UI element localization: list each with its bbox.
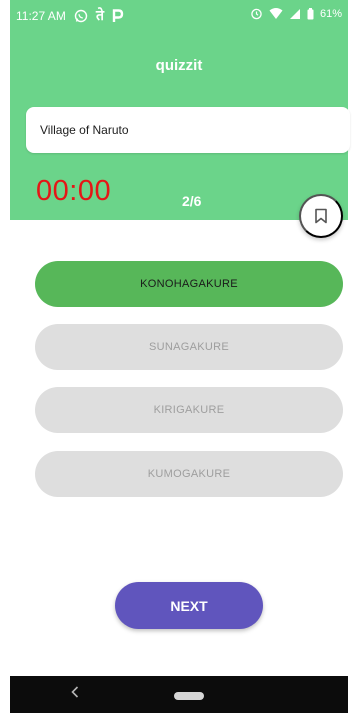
- status-time: 11:27 AM: [16, 9, 66, 23]
- back-icon[interactable]: [71, 685, 79, 703]
- battery-level: 61%: [319, 7, 342, 20]
- next-button[interactable]: NEXT: [115, 582, 263, 629]
- timer: 00:00: [36, 175, 112, 207]
- question-progress: 2/6: [182, 193, 202, 209]
- signal-icon: [289, 8, 301, 20]
- bookmark-button[interactable]: [299, 194, 343, 238]
- option-konohagakure[interactable]: KONOHAGAKURE: [35, 261, 343, 307]
- paytm-icon: [112, 8, 124, 23]
- wifi-icon: [269, 7, 283, 20]
- devanagari-app-icon: ते: [96, 7, 104, 23]
- question-card: Village of Naruto: [26, 107, 350, 153]
- quiz-header: 11:27 AM ते 61% quizzit Village of Narut…: [10, 0, 350, 220]
- status-bar: 11:27 AM ते 61%: [10, 0, 348, 30]
- alarm-icon: [250, 7, 263, 20]
- whatsapp-icon: [74, 9, 88, 23]
- app-title: quizzit: [155, 57, 203, 74]
- home-pill[interactable]: [174, 692, 204, 700]
- battery-icon: [307, 7, 314, 20]
- question-text: Village of Naruto: [40, 123, 129, 137]
- system-nav-bar: [10, 676, 348, 713]
- option-kumogakure[interactable]: KUMOGAKURE: [35, 451, 343, 497]
- option-kirigakure[interactable]: KIRIGAKURE: [35, 387, 343, 433]
- option-sunagakure[interactable]: SUNAGAKURE: [35, 324, 343, 370]
- bookmark-icon: [314, 208, 328, 224]
